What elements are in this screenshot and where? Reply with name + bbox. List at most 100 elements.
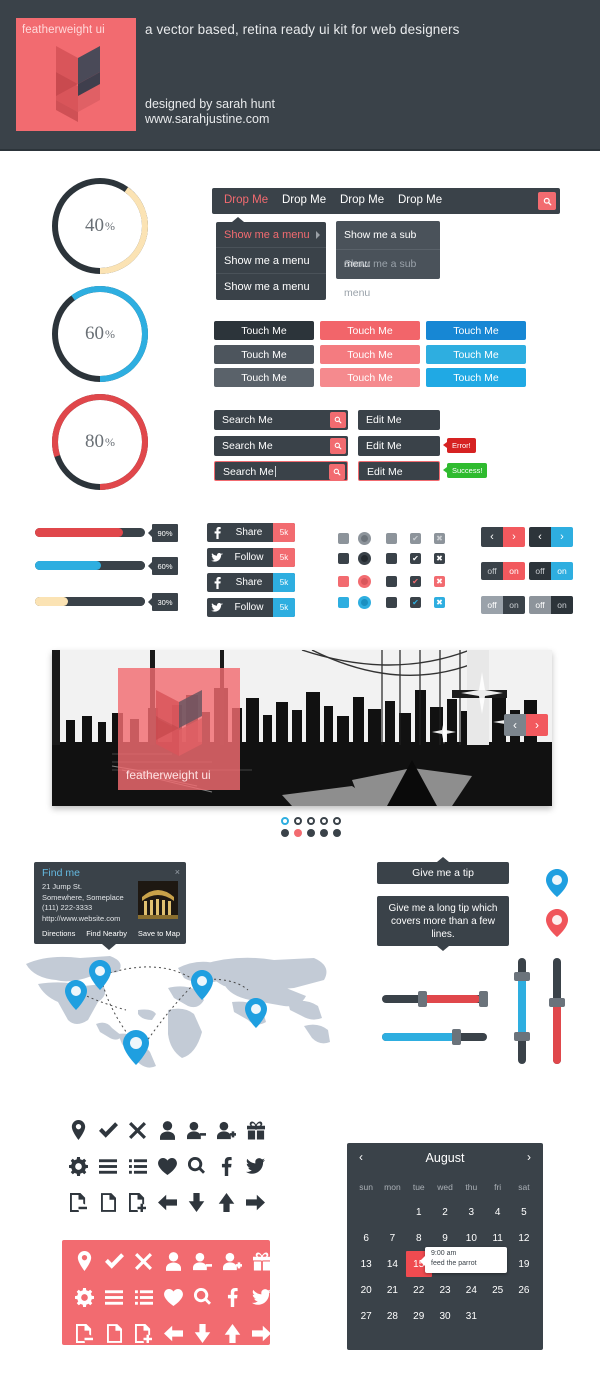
calendar-cell-w4d0[interactable]: 27 — [353, 1303, 379, 1329]
progress-bar-2[interactable] — [35, 597, 145, 606]
toggle-grey-off-b[interactable]: off on — [529, 596, 573, 614]
close-icon[interactable] — [135, 1252, 153, 1270]
calendar-cell-w3d1[interactable]: 21 — [379, 1277, 405, 1303]
progress-bar-1-knob[interactable] — [131, 561, 145, 570]
calendar-cell-w2d6[interactable]: 19 — [511, 1251, 537, 1277]
calendar-cell-w3d3[interactable]: 23 — [432, 1277, 458, 1303]
arrow-right-icon[interactable] — [252, 1325, 272, 1342]
touch-button-r1c2[interactable]: Touch Me — [426, 345, 526, 364]
calendar-cell-w4d1[interactable]: 28 — [379, 1303, 405, 1329]
list-icon[interactable] — [134, 1289, 153, 1305]
radio-r3c1[interactable] — [358, 596, 371, 609]
pager-red-prev[interactable]: ‹ — [481, 527, 503, 547]
arrow-up-icon[interactable] — [224, 1323, 241, 1343]
map-pin-icon[interactable] — [70, 1120, 87, 1140]
menu-item-2[interactable]: Drop Me — [340, 194, 384, 206]
touch-button-r2c1[interactable]: Touch Me — [320, 368, 420, 387]
calendar-cell-w2d1[interactable]: 14 — [379, 1251, 405, 1277]
list-icon[interactable] — [128, 1158, 147, 1174]
user-minus-icon[interactable] — [187, 1121, 207, 1140]
twitter-icon[interactable] — [252, 1289, 272, 1305]
toggle-grey-a-on-label[interactable]: on — [503, 596, 525, 614]
carousel-dot-top-4[interactable] — [333, 817, 341, 825]
carousel-dot-bottom-4[interactable] — [333, 829, 341, 837]
slider-vertical-red[interactable] — [553, 958, 561, 1064]
carousel-dot-top-1[interactable] — [294, 817, 302, 825]
checkbox-checked-r3c3[interactable]: ✔ — [410, 597, 421, 608]
calendar-cell-w4d3[interactable]: 30 — [432, 1303, 458, 1329]
pager-red-next[interactable]: › — [503, 527, 525, 547]
slider-horizontal-blue[interactable] — [382, 1033, 487, 1041]
checkbox-checked-r2c3[interactable]: ✔ — [410, 576, 421, 587]
calendar-cell-w1d1[interactable]: 7 — [379, 1225, 405, 1251]
carousel-prev-button[interactable]: ‹ — [504, 714, 526, 736]
toggle-blue-off-label[interactable]: off — [529, 562, 551, 580]
info-card-action-find-nearby[interactable]: Find Nearby — [86, 929, 127, 938]
calendar-cell-w1d0[interactable]: 6 — [353, 1225, 379, 1251]
slider-vblue-handle-b[interactable] — [514, 1032, 530, 1041]
checkbox-cross-r0c4[interactable]: ✖ — [434, 533, 445, 544]
toggle-grey-a-off-label[interactable]: off — [481, 596, 503, 614]
social-button-facebook-share-red[interactable]: Share 5k — [207, 523, 295, 542]
gear-icon[interactable] — [75, 1287, 95, 1307]
toggle-grey-b-off-label[interactable]: off — [529, 596, 551, 614]
close-icon[interactable] — [129, 1121, 147, 1139]
carousel-dot-bottom-1[interactable] — [294, 829, 302, 837]
dropdown-item-0[interactable]: Show me a menu — [216, 222, 326, 248]
carousel-dot-bottom-0[interactable] — [281, 829, 289, 837]
social-button-twitter-follow-blue[interactable]: Follow 5k — [207, 598, 295, 617]
touch-button-r0c0[interactable]: Touch Me — [214, 321, 314, 340]
close-icon[interactable]: × — [175, 867, 180, 877]
calendar-cell-w4d4[interactable]: 31 — [458, 1303, 484, 1329]
user-minus-icon[interactable] — [193, 1252, 213, 1271]
search-icon[interactable] — [188, 1157, 206, 1175]
carousel-dot-top-3[interactable] — [320, 817, 328, 825]
checkbox-r3c2[interactable] — [386, 597, 397, 608]
dropdown-item-1[interactable]: Show me a menu — [216, 248, 326, 274]
calendar-cell-w1d6[interactable]: 12 — [511, 1225, 537, 1251]
calendar-next-button[interactable]: › — [527, 1150, 531, 1164]
submenu-item-0[interactable]: Show me a sub menu — [336, 221, 440, 270]
edit-field-1[interactable]: Edit Me — [358, 436, 440, 456]
calendar-cell-w0d3[interactable]: 2 — [432, 1199, 458, 1225]
file-plus-icon[interactable] — [135, 1323, 153, 1343]
touch-button-r1c0[interactable]: Touch Me — [214, 345, 314, 364]
search-field-0[interactable]: Search Me — [214, 410, 348, 430]
checkbox-r3c0[interactable] — [338, 597, 349, 608]
calendar-cell-w3d0[interactable]: 20 — [353, 1277, 379, 1303]
search-field-1-button[interactable] — [330, 438, 346, 454]
map-pin-icon[interactable] — [76, 1251, 93, 1271]
checkbox-r0c0[interactable] — [338, 533, 349, 544]
edit-field-2[interactable]: Edit Me — [358, 461, 440, 481]
toggle-red-on[interactable]: off on — [481, 562, 525, 580]
toggle-blue-on-label[interactable]: on — [551, 562, 573, 580]
file-plus-icon[interactable] — [129, 1192, 147, 1212]
toggle-grey-off-a[interactable]: off on — [481, 596, 525, 614]
slider-blue-handle[interactable] — [452, 1029, 461, 1045]
checkbox-cross-r3c4[interactable]: ✖ — [434, 597, 445, 608]
search-field-1[interactable]: Search Me — [214, 436, 348, 456]
toggle-blue-on[interactable]: off on — [529, 562, 573, 580]
carousel-dot-top-0[interactable] — [281, 817, 289, 825]
touch-button-r0c2[interactable]: Touch Me — [426, 321, 526, 340]
radio-r2c1[interactable] — [358, 575, 371, 588]
checkbox-r1c2[interactable] — [386, 553, 397, 564]
arrow-down-icon[interactable] — [188, 1192, 205, 1212]
pager-blue-next[interactable]: › — [551, 527, 573, 547]
progress-bar-0-knob[interactable] — [123, 528, 137, 537]
check-icon[interactable] — [98, 1122, 118, 1138]
checkbox-r1c0[interactable] — [338, 553, 349, 564]
user-plus-icon[interactable] — [216, 1121, 236, 1140]
carousel-dot-top-2[interactable] — [307, 817, 315, 825]
image-carousel[interactable]: featherweight ui ‹ › — [52, 650, 552, 806]
touch-button-r2c0[interactable]: Touch Me — [214, 368, 314, 387]
social-button-twitter-follow-red[interactable]: Follow 5k — [207, 548, 295, 567]
calendar-cell-w2d0[interactable]: 13 — [353, 1251, 379, 1277]
carousel-dot-bottom-2[interactable] — [307, 829, 315, 837]
search-icon[interactable] — [194, 1288, 212, 1306]
calendar-cell-w0d6[interactable]: 5 — [511, 1199, 537, 1225]
carousel-next-button[interactable]: › — [526, 714, 548, 736]
dropdown-item-2[interactable]: Show me a menu — [216, 274, 326, 300]
checkbox-cross-r1c4[interactable]: ✖ — [434, 553, 445, 564]
info-card-action-save-to-map[interactable]: Save to Map — [138, 929, 180, 938]
